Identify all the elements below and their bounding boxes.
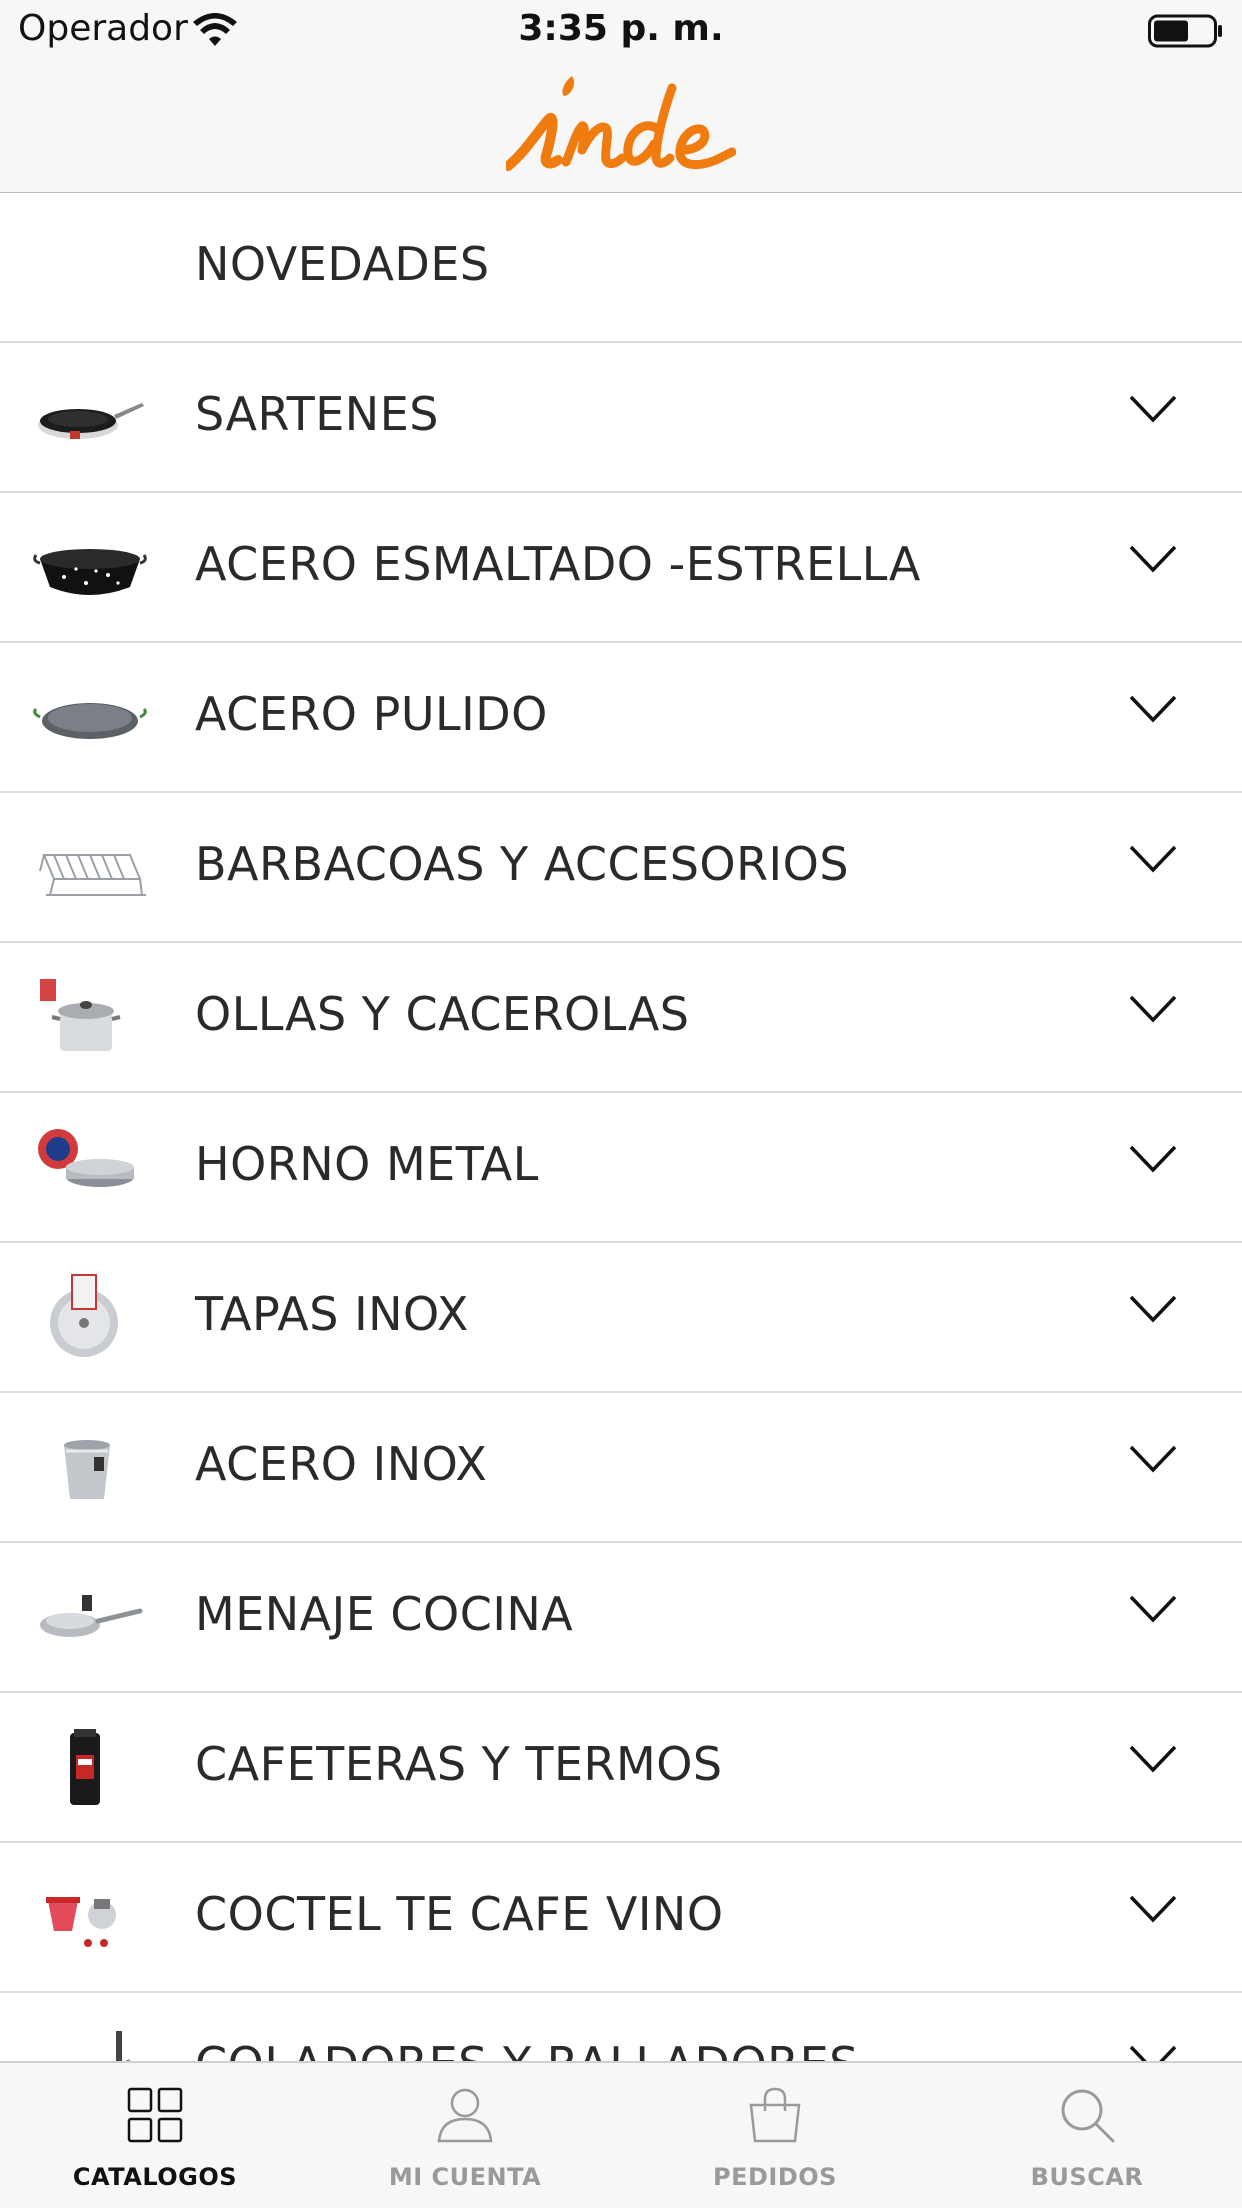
cocktail-set-icon <box>46 1897 116 1947</box>
baking-mold-icon <box>38 1129 134 1187</box>
lid-icon <box>50 1274 118 1357</box>
tab-label: CATALOGOS <box>72 2163 238 2191</box>
catalog-row-label: ACERO PULIDO <box>195 687 548 741</box>
enameled-paella-pan-icon <box>33 549 147 595</box>
clock-time: 3:35 p. m. <box>518 8 724 49</box>
chevron-down-icon[interactable] <box>1128 1593 1178 1625</box>
catalog-row-menaje-cocina[interactable]: MENAJE COCINA <box>0 1543 1242 1693</box>
battery-icon <box>1148 14 1222 48</box>
chevron-down-icon[interactable] <box>1128 843 1178 875</box>
shopping-bag-icon <box>749 2087 801 2143</box>
catalog-row-coladores[interactable]: COLADORES Y RALLADORES <box>0 1993 1242 2061</box>
chevron-down-icon[interactable] <box>1128 393 1178 425</box>
catalog-row-label: HORNO METAL <box>195 1137 539 1191</box>
catalog-row-sartenes[interactable]: SARTENES <box>0 343 1242 493</box>
tab-mi-cuenta[interactable]: MI CUENTA <box>310 2063 620 2208</box>
steel-bucket-icon <box>64 1440 110 1499</box>
catalog-row-label: BARBACOAS Y ACCESORIOS <box>195 837 850 891</box>
chevron-down-icon[interactable] <box>1128 2043 1178 2061</box>
catalog-row-horno-metal[interactable]: HORNO METAL <box>0 1093 1242 1243</box>
tab-buscar[interactable]: BUSCAR <box>932 2063 1242 2208</box>
chevron-down-icon[interactable] <box>1128 543 1178 575</box>
catalog-row-label: COCTEL TE CAFE VINO <box>195 1887 724 1941</box>
catalog-row-label: TAPAS INOX <box>195 1287 469 1341</box>
status-bar: Operador 3:35 p. m. <box>0 0 1242 62</box>
tab-label: PEDIDOS <box>713 2163 837 2191</box>
search-icon <box>1061 2089 1115 2143</box>
inde-logo <box>506 76 736 171</box>
catalog-row-ollas[interactable]: OLLAS Y CACEROLAS <box>0 943 1242 1093</box>
catalog-row-label: ACERO ESMALTADO -ESTRELLA <box>195 537 921 591</box>
app-screen: Operador 3:35 p. m. NOVEDADES SARTENES A… <box>0 0 1242 2208</box>
catalog-row-barbacoas[interactable]: BARBACOAS Y ACCESORIOS <box>0 793 1242 943</box>
catalog-row-novedades[interactable]: NOVEDADES <box>0 193 1242 343</box>
tab-label: MI CUENTA <box>388 2163 542 2191</box>
catalog-row-acero-esmaltado[interactable]: ACERO ESMALTADO -ESTRELLA <box>0 493 1242 643</box>
app-header <box>0 62 1242 194</box>
catalog-row-acero-pulido[interactable]: ACERO PULIDO <box>0 643 1242 793</box>
thermos-icon <box>70 1729 100 1805</box>
tab-label: BUSCAR <box>1030 2163 1144 2191</box>
polished-paella-pan-icon <box>33 703 147 739</box>
catalog-row-cafeteras[interactable]: CAFETERAS Y TERMOS <box>0 1693 1242 1843</box>
catalog-row-label: ACERO INOX <box>195 1437 488 1491</box>
grid-icon <box>127 2087 183 2143</box>
user-icon <box>437 2088 493 2143</box>
tab-pedidos[interactable]: PEDIDOS <box>620 2063 930 2208</box>
catalog-row-label: CAFETERAS Y TERMOS <box>195 1737 723 1791</box>
frying-pan-icon <box>38 403 144 439</box>
chevron-down-icon[interactable] <box>1128 993 1178 1025</box>
catalog-row-acero-inox[interactable]: ACERO INOX <box>0 1393 1242 1543</box>
chevron-down-icon[interactable] <box>1128 1143 1178 1175</box>
catalog-list: NOVEDADES SARTENES ACERO ESMALTADO -ESTR… <box>0 193 1242 2061</box>
chevron-down-icon[interactable] <box>1128 693 1178 725</box>
catalog-row-coctel[interactable]: COCTEL TE CAFE VINO <box>0 1843 1242 1993</box>
catalog-row-tapas-inox[interactable]: TAPAS INOX <box>0 1243 1242 1393</box>
chevron-down-icon[interactable] <box>1128 1743 1178 1775</box>
cooking-pot-icon <box>40 979 121 1051</box>
chevron-down-icon[interactable] <box>1128 1293 1178 1325</box>
catalog-row-label: NOVEDADES <box>195 237 490 291</box>
grill-rack-icon <box>39 854 146 896</box>
strainer-icon <box>116 2031 130 2061</box>
kitchen-utensil-icon <box>40 1595 143 1637</box>
catalog-row-label: SARTENES <box>195 387 439 441</box>
catalog-row-label: MENAJE COCINA <box>195 1587 574 1641</box>
catalog-row-label: COLADORES Y RALLADORES <box>195 1993 859 2061</box>
tab-bar: CATALOGOS MI CUENTA PEDIDOS BUSCAR <box>0 2061 1242 2208</box>
chevron-down-icon[interactable] <box>1128 1443 1178 1475</box>
catalog-row-label: OLLAS Y CACEROLAS <box>195 987 690 1041</box>
chevron-down-icon[interactable] <box>1128 1893 1178 1925</box>
tab-catalogos[interactable]: CATALOGOS <box>0 2063 310 2208</box>
